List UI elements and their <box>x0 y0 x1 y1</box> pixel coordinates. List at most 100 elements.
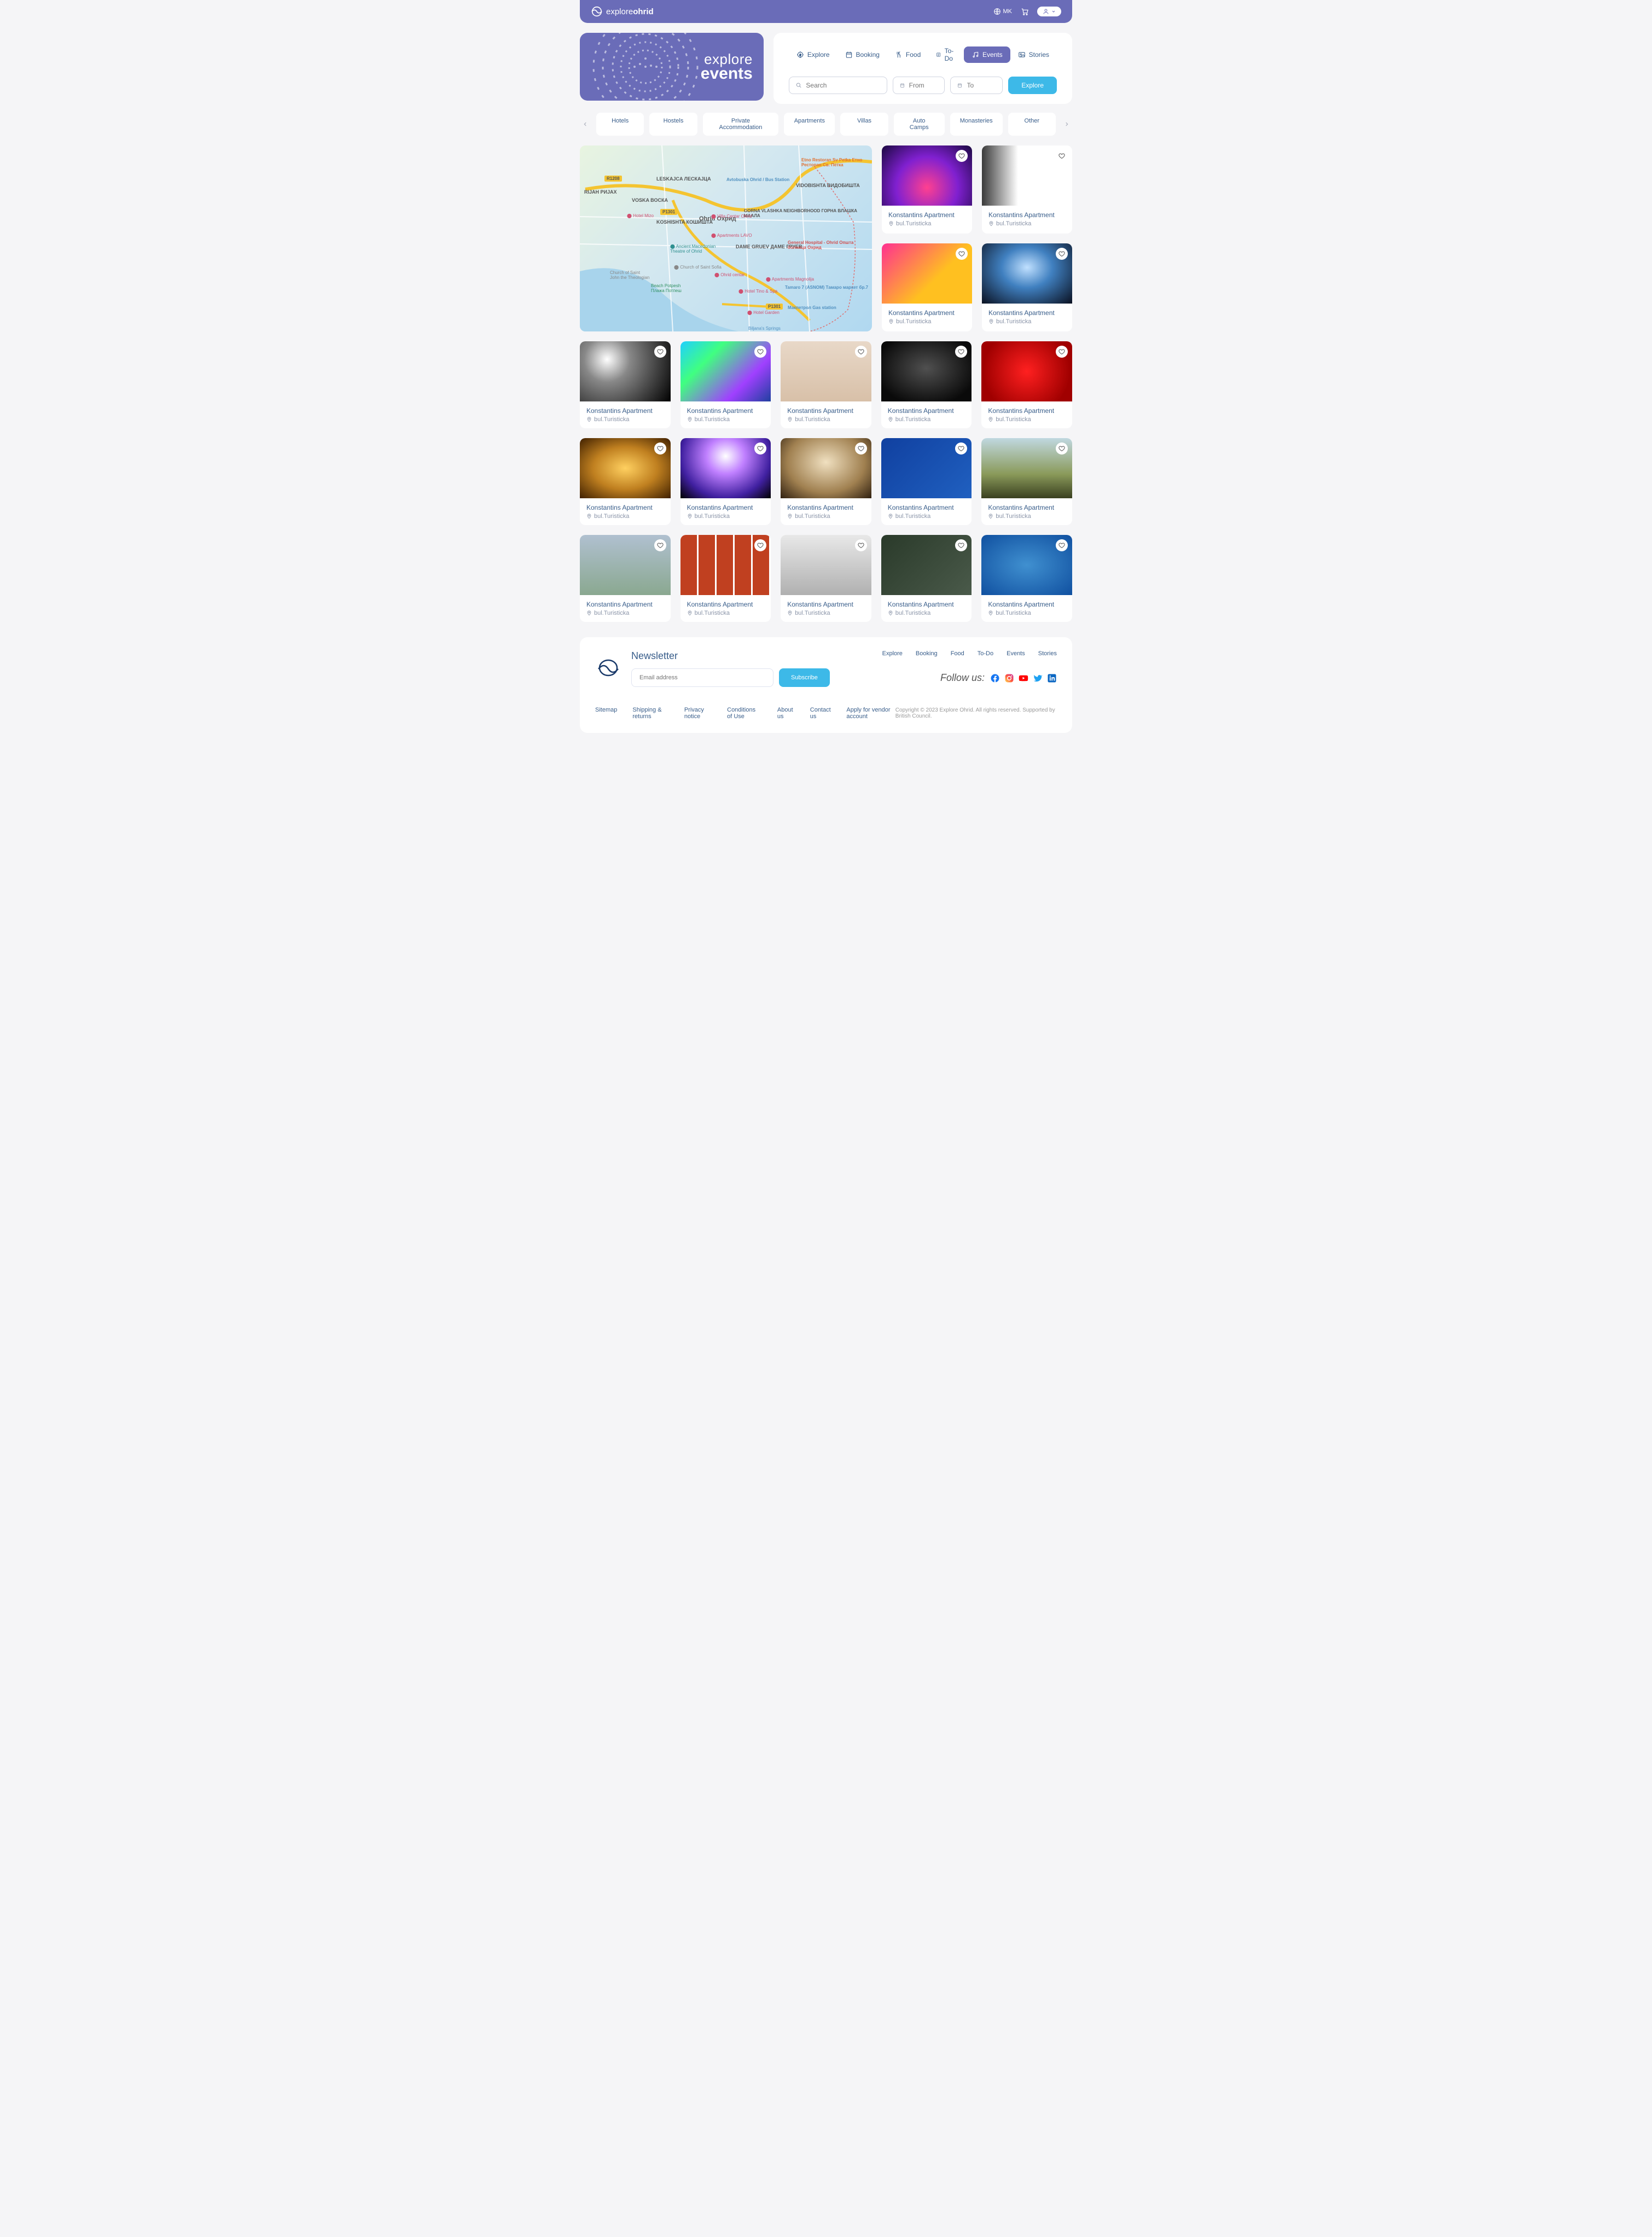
favorite-button[interactable] <box>1056 442 1068 455</box>
map-pin-villa[interactable]: ⬤ Villa Centar Ohrid <box>711 214 752 219</box>
favorite-button[interactable] <box>855 442 867 455</box>
cart-button[interactable] <box>1020 7 1029 16</box>
search-input-wrap[interactable] <box>789 77 887 94</box>
favorite-button[interactable] <box>754 539 766 551</box>
favorite-button[interactable] <box>1056 539 1068 551</box>
map-pin-tino[interactable]: ⬤ Hotel Tino & Spa <box>738 289 777 294</box>
footer-nav-booking[interactable]: Booking <box>916 650 938 657</box>
favorite-button[interactable] <box>955 346 967 358</box>
from-input-wrap[interactable] <box>893 77 945 94</box>
listing-card[interactable]: Konstantins Apartment bul.Turisticka <box>882 145 972 234</box>
listing-card[interactable]: Konstantins Apartment bul.Turisticka <box>981 438 1072 525</box>
favorite-button[interactable] <box>955 539 967 551</box>
chip-other[interactable]: Other <box>1008 113 1056 136</box>
favorite-button[interactable] <box>955 442 967 455</box>
map-pin-magnolija[interactable]: ⬤ Apartments Magnolija <box>766 277 814 282</box>
to-input-wrap[interactable] <box>950 77 1003 94</box>
chips-prev[interactable] <box>580 121 591 127</box>
map-pin-centar[interactable]: ⬤ Ohrid centar <box>714 272 744 277</box>
favorite-button[interactable] <box>1056 346 1068 358</box>
nav-tab-events[interactable]: Events <box>964 46 1010 63</box>
favorite-button[interactable] <box>855 539 867 551</box>
card-location: bul.Turisticka <box>888 220 965 227</box>
from-input[interactable] <box>909 81 938 89</box>
footer-link-about-us[interactable]: About us <box>777 707 795 720</box>
footer-link-apply-for-vendor-account[interactable]: Apply for vendor account <box>846 707 895 720</box>
chip-hotels[interactable]: Hotels <box>596 113 644 136</box>
listing-card[interactable]: Konstantins Apartment bul.Turisticka <box>981 341 1072 428</box>
map-pin-theatre[interactable]: ⬤ Ancient Macedonian Theatre of Ohrid <box>670 244 716 254</box>
newsletter-email-input[interactable] <box>631 668 773 687</box>
chip-private-accommodation[interactable]: Private Accommodation <box>703 113 779 136</box>
favorite-button[interactable] <box>956 150 968 162</box>
listing-card[interactable]: Konstantins Apartment bul.Turisticka <box>881 341 972 428</box>
favorite-button[interactable] <box>1056 248 1068 260</box>
language-switcher[interactable]: MK <box>993 8 1013 15</box>
map-pin-john[interactable]: Church of Saint John the Theologian <box>610 270 649 280</box>
user-menu[interactable] <box>1037 7 1061 16</box>
footer-link-privacy-notice[interactable]: Privacy notice <box>684 707 712 720</box>
listing-card[interactable]: Konstantins Apartment bul.Turisticka <box>680 535 771 622</box>
footer-nav-events[interactable]: Events <box>1007 650 1025 657</box>
listing-card[interactable]: Konstantins Apartment bul.Turisticka <box>882 243 972 331</box>
chip-monasteries[interactable]: Monasteries <box>950 113 1003 136</box>
chip-auto-camps[interactable]: Auto Camps <box>894 113 945 136</box>
footer-link-shipping-returns[interactable]: Shipping & returns <box>632 707 668 720</box>
nav-tab-food[interactable]: Food <box>887 46 928 63</box>
listing-card[interactable]: Konstantins Apartment bul.Turisticka <box>580 438 671 525</box>
map-pin-sofia[interactable]: ⬤ Church of Saint Sofia <box>674 265 722 270</box>
footer-nav-explore[interactable]: Explore <box>882 650 903 657</box>
favorite-button[interactable] <box>956 248 968 260</box>
to-input[interactable] <box>967 81 996 89</box>
favorite-button[interactable] <box>754 442 766 455</box>
listing-card[interactable]: Konstantins Apartment bul.Turisticka <box>580 535 671 622</box>
search-input[interactable] <box>806 81 880 89</box>
footer-nav-to-do[interactable]: To-Do <box>978 650 993 657</box>
instagram-icon[interactable] <box>1004 673 1014 683</box>
listing-card[interactable]: Konstantins Apartment bul.Turisticka <box>680 438 771 525</box>
map-pin-lavo[interactable]: ⬤ Apartments LAVO <box>711 233 752 238</box>
favorite-button[interactable] <box>1056 150 1068 162</box>
twitter-icon[interactable] <box>1033 673 1043 683</box>
footer-nav-stories[interactable]: Stories <box>1038 650 1057 657</box>
map-pin-garden[interactable]: ⬤ Hotel Garden <box>747 310 780 315</box>
nav-tab-stories[interactable]: Stories <box>1010 46 1057 63</box>
listing-card[interactable]: Konstantins Apartment bul.Turisticka <box>881 438 972 525</box>
listing-card[interactable]: Konstantins Apartment bul.Turisticka <box>982 145 1072 234</box>
footer-link-conditions-of-use[interactable]: Conditions of Use <box>727 707 762 720</box>
nav-tab-booking[interactable]: Booking <box>837 46 887 63</box>
listing-card[interactable]: Konstantins Apartment bul.Turisticka <box>881 535 972 622</box>
listing-card[interactable]: Konstantins Apartment bul.Turisticka <box>781 341 871 428</box>
favorite-button[interactable] <box>754 346 766 358</box>
chip-villas[interactable]: Villas <box>840 113 888 136</box>
map-pin-biljana[interactable]: Biljana's Springs <box>748 326 781 331</box>
listing-card[interactable]: Konstantins Apartment bul.Turisticka <box>580 341 671 428</box>
chips-next[interactable] <box>1061 121 1072 127</box>
nav-tab-explore[interactable]: Explore <box>789 46 837 63</box>
youtube-icon[interactable] <box>1019 673 1028 683</box>
brand-logo[interactable]: exploreohrid <box>591 5 654 18</box>
listing-card[interactable]: Konstantins Apartment bul.Turisticka <box>781 535 871 622</box>
map-pin-potpesh[interactable]: Beach Potpesh Плажа Потпеш <box>651 283 682 293</box>
favorite-button[interactable] <box>654 539 666 551</box>
map[interactable]: Ohrid Охрид LESKAJCA ЛЕСКАЈЦА VOSKA ВОСК… <box>580 145 872 331</box>
favorite-button[interactable] <box>654 442 666 455</box>
favorite-button[interactable] <box>855 346 867 358</box>
nav-tab-todo[interactable]: To-Do <box>928 43 964 67</box>
listing-card[interactable]: Konstantins Apartment bul.Turisticka <box>981 535 1072 622</box>
listing-card[interactable]: Konstantins Apartment bul.Turisticka <box>781 438 871 525</box>
listing-card[interactable]: Konstantins Apartment bul.Turisticka <box>680 341 771 428</box>
chip-hostels[interactable]: Hostels <box>649 113 697 136</box>
linkedin-icon[interactable] <box>1047 673 1057 683</box>
explore-button[interactable]: Explore <box>1008 77 1057 94</box>
listing-card[interactable]: Konstantins Apartment bul.Turisticka <box>982 243 1072 331</box>
favorite-button[interactable] <box>654 346 666 358</box>
facebook-icon[interactable] <box>990 673 1000 683</box>
footer-link-contact-us[interactable]: Contact us <box>810 707 831 720</box>
subscribe-button[interactable]: Subscribe <box>779 668 830 687</box>
map-pin-mizo[interactable]: ⬤ Hotel Mizo <box>627 213 654 218</box>
globe-icon <box>993 8 1001 15</box>
footer-link-sitemap[interactable]: Sitemap <box>595 707 617 720</box>
footer-nav-food[interactable]: Food <box>951 650 964 657</box>
chip-apartments[interactable]: Apartments <box>784 113 835 136</box>
